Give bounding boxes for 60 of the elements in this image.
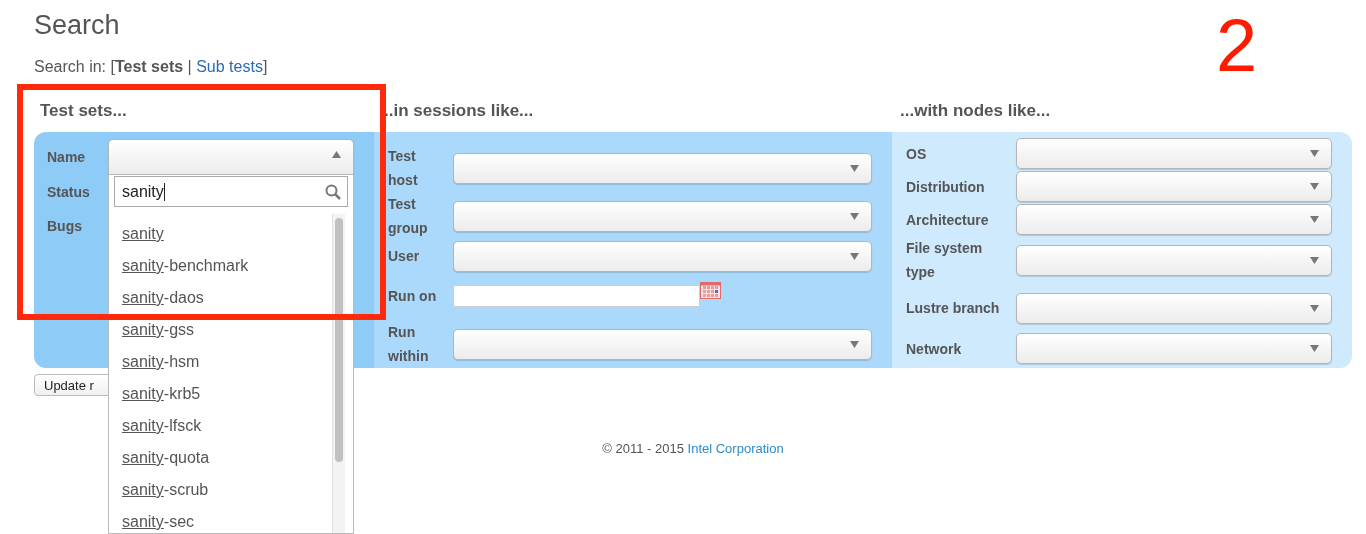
field-label: Distribution — [906, 177, 986, 197]
select-field[interactable] — [1016, 204, 1332, 235]
select-field[interactable] — [453, 328, 872, 360]
search-in-line: Search in: [Test sets | Sub tests] — [34, 57, 269, 77]
caret-icon — [1310, 150, 1319, 157]
caret-icon — [1310, 216, 1319, 223]
field-label: Name — [47, 148, 87, 167]
caret-icon — [850, 212, 859, 220]
scrollbar-track[interactable] — [332, 214, 345, 533]
annotation-number: 2 — [1216, 6, 1258, 86]
field-label: Status — [47, 182, 91, 202]
section-heading: Test sets... — [39, 100, 128, 122]
dropdown-option[interactable]: sanity-sec — [114, 506, 195, 533]
select-field[interactable] — [108, 139, 354, 175]
field-label: Run within — [388, 323, 430, 366]
field-label: Lustre branch — [906, 299, 1001, 318]
field-label: Architecture — [906, 210, 990, 230]
caret-icon — [1310, 256, 1319, 264]
dropdown-option[interactable]: sanity-scrub — [114, 474, 209, 506]
search-field[interactable]: sanity — [114, 176, 348, 207]
select-field[interactable] — [453, 152, 872, 184]
caret-icon — [332, 150, 341, 158]
calendar-icon[interactable] — [700, 281, 721, 299]
field-label: Network — [906, 339, 963, 359]
field-label: Test group — [388, 195, 429, 238]
select-field[interactable] — [1016, 138, 1332, 169]
select-field[interactable] — [1016, 171, 1332, 202]
caret-icon — [850, 164, 859, 172]
field-label: Run on — [388, 287, 438, 306]
scrollbar-thumb[interactable] — [335, 218, 343, 462]
field-label: Test host — [388, 147, 419, 190]
caret-icon — [1310, 183, 1319, 190]
caret-icon — [850, 252, 859, 260]
select-field[interactable] — [453, 200, 872, 232]
dropdown-option[interactable]: sanity-benchmark — [114, 250, 249, 282]
scope-link[interactable]: Sub tests — [196, 58, 263, 75]
page-title: Search — [34, 9, 121, 42]
section-heading: ..in sessions like... — [383, 100, 535, 122]
select-field[interactable] — [453, 240, 872, 272]
scope-link[interactable]: Test sets — [114, 58, 184, 75]
caret-icon — [1310, 345, 1319, 352]
field-label: OS — [906, 144, 928, 164]
caret-icon — [850, 340, 859, 348]
date-field[interactable] — [453, 285, 700, 307]
dropdown-option[interactable]: sanity — [114, 218, 164, 250]
company-link[interactable]: Intel Corporation — [687, 441, 784, 456]
dropdown-option[interactable]: sanity-daos — [114, 282, 204, 314]
dropdown-option[interactable]: sanity-lfsck — [114, 410, 202, 442]
select-field[interactable] — [1016, 292, 1332, 324]
field-label: Bugs — [47, 217, 83, 236]
dropdown-option[interactable]: sanity-quota — [114, 442, 210, 474]
copyright-text: © 2011 - 2015 Intel Corporation — [602, 440, 784, 458]
field-label: File system type — [906, 239, 984, 282]
section-heading: ...with nodes like... — [899, 100, 1052, 122]
select-field[interactable] — [1016, 333, 1332, 364]
search-icon — [325, 183, 341, 200]
caret-icon — [1310, 304, 1319, 312]
select-field[interactable] — [1016, 244, 1332, 276]
dropdown-option[interactable]: sanity-gss — [114, 314, 195, 346]
field-label: User — [388, 247, 421, 266]
